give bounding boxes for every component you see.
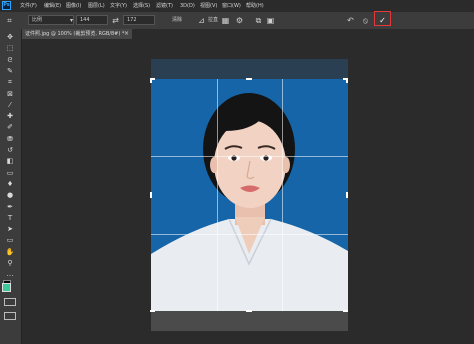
menu-view[interactable]: 视图(V): [200, 1, 217, 11]
crop-preset-icon[interactable]: ⌗: [4, 15, 15, 26]
menu-bar: Ps 文件(F) 编辑(E) 图像(I) 图层(L) 文字(Y) 选择(S) 滤…: [0, 0, 474, 12]
pen-tool-icon[interactable]: ✒: [4, 203, 16, 212]
swap-icon[interactable]: ⇄: [110, 15, 121, 26]
menu-type[interactable]: 文字(Y): [110, 1, 127, 11]
crop-grid-vertical-2: [282, 79, 283, 311]
portrait-photo[interactable]: [151, 79, 348, 311]
photoshop-logo-icon: Ps: [2, 1, 11, 10]
overlay-grid-icon[interactable]: ▦: [220, 15, 231, 26]
delete-cropped-icon[interactable]: ⧉: [253, 15, 264, 26]
content-aware-icon[interactable]: ▣: [265, 15, 276, 26]
width-input[interactable]: 144: [76, 15, 108, 25]
document-tab-label: 证件照.jpg @ 100% (裁剪预览, RGB/8#) *: [25, 31, 125, 37]
crop-handle-right[interactable]: [346, 192, 348, 198]
crop-handle-top-left-v[interactable]: [150, 78, 152, 83]
move-tool-icon[interactable]: ✥: [4, 33, 16, 42]
menu-edit[interactable]: 编辑(E): [44, 1, 61, 11]
more-tools-icon[interactable]: …: [4, 270, 16, 279]
quick-select-tool-icon[interactable]: ✎: [4, 67, 16, 76]
crop-shield-top: [151, 59, 348, 79]
quick-mask-icon[interactable]: [4, 298, 16, 306]
commit-highlight-box: [374, 11, 391, 26]
menu-image[interactable]: 图像(I): [66, 1, 81, 11]
screen-mode-icon[interactable]: [4, 312, 16, 320]
straighten-icon[interactable]: ⊿: [196, 15, 207, 26]
reset-icon[interactable]: ↶: [345, 15, 356, 26]
crop-handle-bottom-right[interactable]: [343, 310, 348, 312]
crop-tool-icon[interactable]: ⌗: [4, 78, 16, 87]
clone-stamp-tool-icon[interactable]: ⛃: [4, 135, 16, 144]
crop-handle-bottom[interactable]: [246, 310, 252, 312]
menu-file[interactable]: 文件(F): [20, 1, 37, 11]
crop-handle-top-right-v[interactable]: [346, 78, 348, 83]
crop-grid-horizontal-2: [151, 234, 348, 235]
shape-tool-icon[interactable]: ▭: [4, 236, 16, 245]
frame-tool-icon[interactable]: ⊠: [4, 90, 16, 99]
menu-layer[interactable]: 图层(L): [88, 1, 105, 11]
menu-3d[interactable]: 3D(D): [180, 1, 195, 11]
gear-icon[interactable]: ⚙: [234, 15, 245, 26]
menu-help[interactable]: 帮助(H): [246, 1, 264, 11]
lasso-tool-icon[interactable]: ᘓ: [4, 56, 16, 65]
options-bar: ⌗ 比例 ▾ 144 ⇄ 172 清除 ⊿ 拉直 ▦ ⚙ ⧉ ▣ ↶ ⦸ ✓: [0, 12, 474, 30]
crop-handle-top[interactable]: [246, 78, 252, 80]
history-brush-tool-icon[interactable]: ↺: [4, 146, 16, 155]
background-color-swatch[interactable]: [2, 283, 11, 292]
brush-tool-icon[interactable]: ✐: [4, 123, 16, 132]
marquee-tool-icon[interactable]: ⬚: [4, 44, 16, 53]
blur-tool-icon[interactable]: ♦: [4, 180, 16, 189]
tools-panel: ✥ ⬚ ᘓ ✎ ⌗ ⊠ ⁄ ✚ ✐ ⛃ ↺ ◧ ▭ ♦ ● ✒ T ➤ ▭ ✋ ⚲ …: [0, 29, 22, 344]
document-tab-bar: 证件照.jpg @ 100% (裁剪预览, RGB/8#) * ×: [22, 29, 474, 39]
path-select-tool-icon[interactable]: ➤: [4, 225, 16, 234]
portrait-image: [151, 79, 348, 311]
crop-shield-bottom: [151, 311, 348, 331]
cancel-icon[interactable]: ⦸: [360, 15, 371, 26]
zoom-tool-icon[interactable]: ⚲: [4, 259, 16, 268]
crop-handle-bottom-left[interactable]: [150, 310, 155, 312]
eyedropper-tool-icon[interactable]: ⁄: [4, 101, 16, 110]
height-input[interactable]: 172: [123, 15, 155, 25]
straighten-button[interactable]: 拉直: [208, 15, 218, 25]
menu-select[interactable]: 选择(S): [133, 1, 150, 11]
gradient-tool-icon[interactable]: ▭: [4, 169, 16, 178]
crop-handle-left[interactable]: [150, 192, 152, 198]
clear-button[interactable]: 清除: [172, 15, 182, 25]
healing-brush-tool-icon[interactable]: ✚: [4, 112, 16, 121]
crop-grid-vertical-1: [217, 79, 218, 311]
crop-grid-horizontal-1: [151, 156, 348, 157]
type-tool-icon[interactable]: T: [4, 214, 16, 223]
close-icon[interactable]: ×: [124, 29, 129, 39]
hand-tool-icon[interactable]: ✋: [4, 248, 16, 257]
document-tab[interactable]: 证件照.jpg @ 100% (裁剪预览, RGB/8#) *: [22, 29, 132, 39]
menu-window[interactable]: 窗口(W): [222, 1, 241, 11]
menu-filter[interactable]: 滤镜(T): [156, 1, 173, 11]
eraser-tool-icon[interactable]: ◧: [4, 157, 16, 166]
dodge-tool-icon[interactable]: ●: [4, 191, 16, 200]
